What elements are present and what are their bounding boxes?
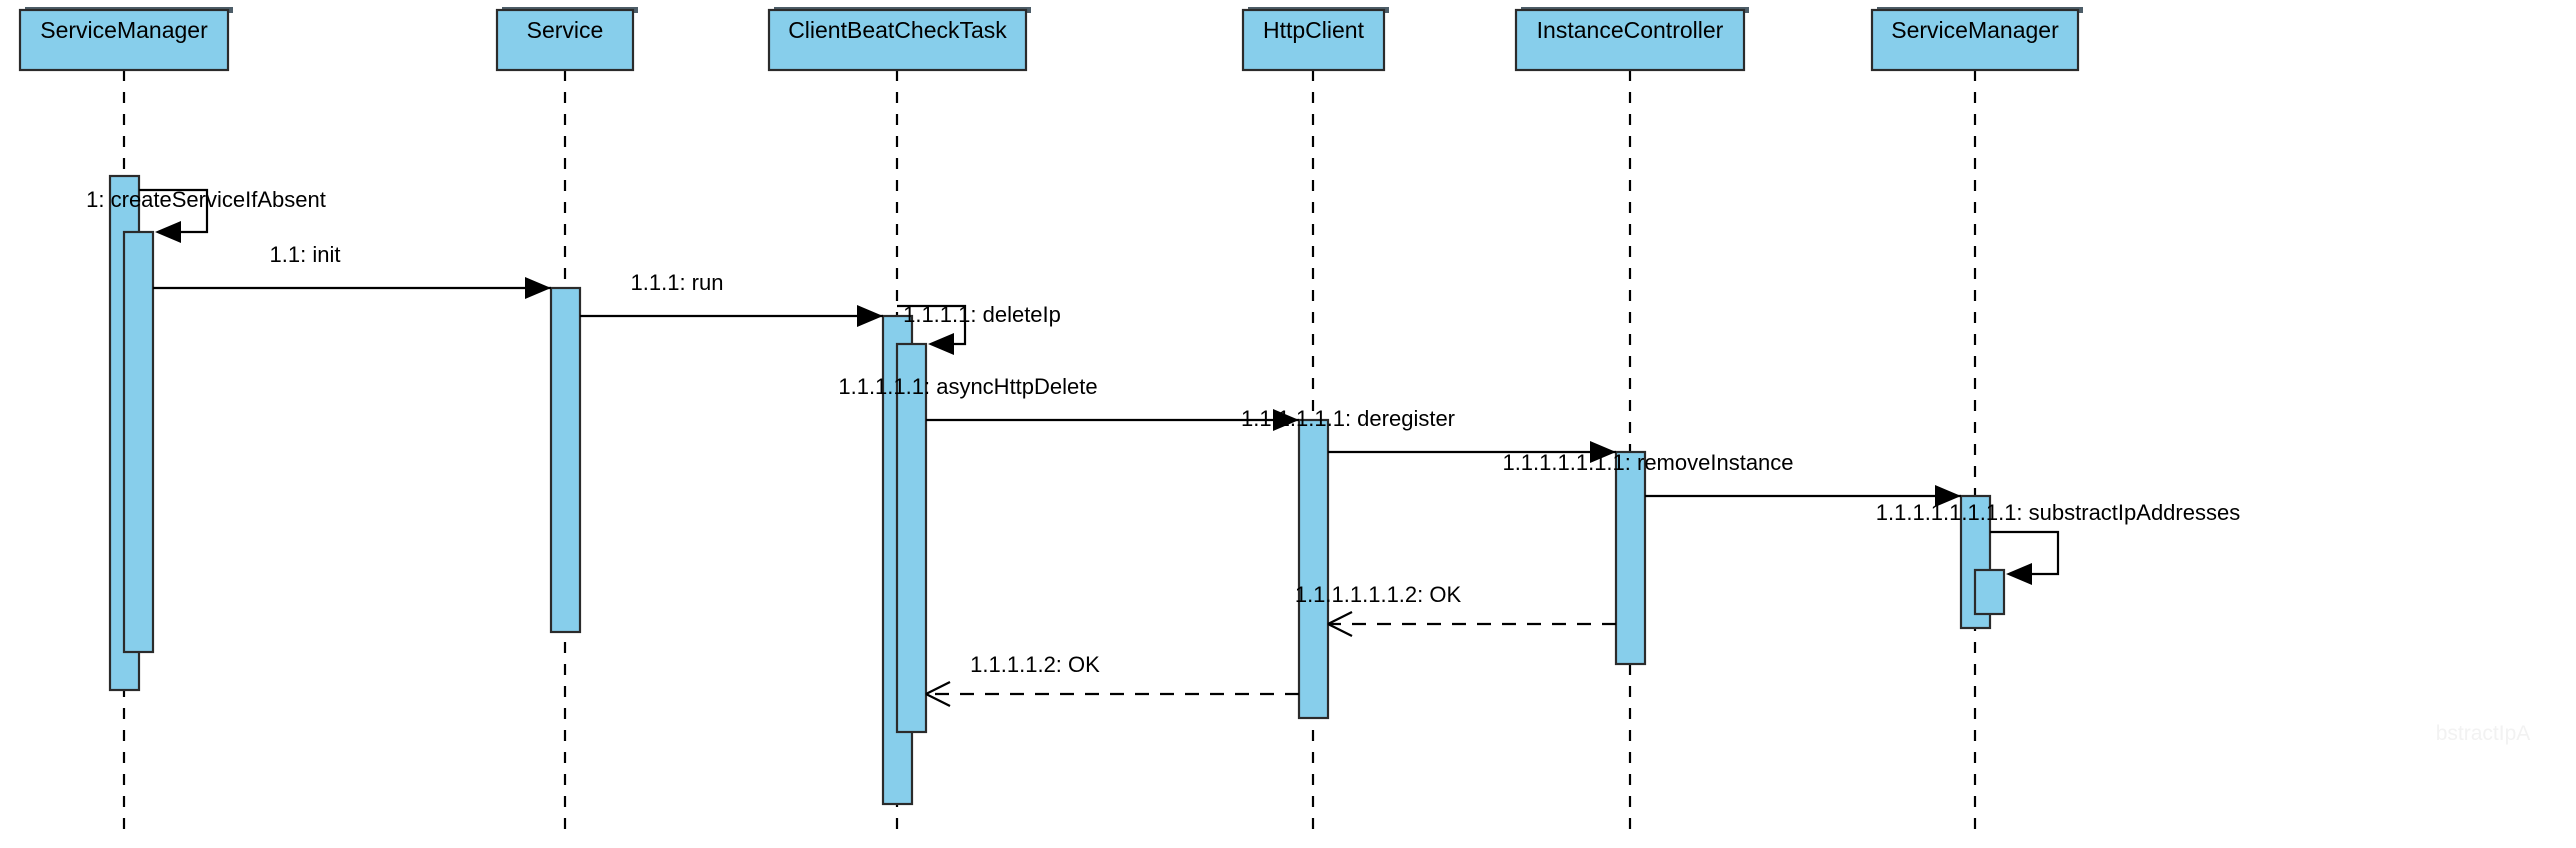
participant-instancecontroller-4[interactable]: InstanceController — [1514, 7, 1749, 72]
arrowhead-call — [525, 277, 551, 299]
message-label-1-1-1-1-2: 1.1.1.1.2: OK — [970, 652, 1100, 677]
participant-name: ServiceManager — [1891, 17, 2059, 43]
arrowhead-call — [857, 305, 883, 327]
arrowhead-self — [2006, 563, 2032, 585]
message-1-1-1-1-1-1-1: 1.1.1.1.1.1.1: removeInstance — [1502, 450, 1961, 507]
arrowhead-self — [155, 221, 181, 243]
participant-headers-layer: ServiceManager Service ClientBeatCheckTask… — [18, 7, 2083, 72]
participant-httpclient-3[interactable]: HttpClient — [1241, 7, 1389, 72]
activation-bar — [1297, 418, 1330, 720]
message-1-1-1-1-2: 1.1.1.1.2: OK — [925, 652, 1299, 707]
message-label-1-1: 1.1: init — [270, 242, 341, 267]
message-1-1-1: 1.1.1: run — [580, 270, 883, 327]
participant-service-1[interactable]: Service — [495, 7, 638, 72]
participant-name: ServiceManager — [40, 17, 208, 43]
message-label-1-1-1-1-1: 1.1.1.1.1: asyncHttpDelete — [838, 374, 1097, 399]
activation-bar — [1614, 450, 1647, 666]
activation-bar — [549, 286, 582, 634]
activations-layer — [108, 174, 2006, 806]
participant-name: ClientBeatCheckTask — [788, 17, 1007, 43]
participant-servicemanager-0[interactable]: ServiceManager — [18, 7, 233, 72]
activation-bar — [1973, 568, 2006, 616]
sequence-diagram-svg: 1: createServiceIfAbsent 1.1: init 1.1.1: … — [18, 7, 2531, 838]
message-1-1-1-1-1-1-1-1: 1.1.1.1.1.1.1.1: substractIpAddresses — [1876, 500, 2240, 585]
message-label-1-1-1-1-1-1-1-1: 1.1.1.1.1.1.1.1: substractIpAddresses — [1876, 500, 2240, 525]
message-label-1: 1: createServiceIfAbsent — [86, 187, 326, 212]
participant-name: HttpClient — [1263, 17, 1365, 43]
activation-bar — [122, 230, 155, 654]
message-1-1: 1.1: init — [153, 242, 551, 299]
participant-name: Service — [527, 17, 604, 43]
ghost-watermark-text: bstractIpA — [2436, 722, 2531, 745]
participant-servicemanager-5[interactable]: ServiceManager — [1870, 7, 2083, 72]
messages-layer: 1: createServiceIfAbsent 1.1: init 1.1.1: … — [86, 187, 2240, 707]
message-label-1-1-1-1-1-1-1: 1.1.1.1.1.1.1: removeInstance — [1502, 450, 1793, 475]
message-label-1-1-1: 1.1.1: run — [631, 270, 724, 295]
arrowhead-self — [928, 333, 954, 355]
participant-clientbeatchecktask-2[interactable]: ClientBeatCheckTask — [767, 7, 1031, 72]
message-label-1-1-1-1: 1.1.1.1: deleteIp — [903, 302, 1061, 327]
participant-name: InstanceController — [1537, 17, 1724, 43]
ghost-text-layer: bstractIpA — [2436, 722, 2531, 745]
message-1-1-1-1-1-1-2: 1.1.1.1.1.1.2: OK — [1295, 582, 1616, 637]
message-label-1-1-1-1-1-1: 1.1.1.1.1.1: deregister — [1241, 406, 1455, 431]
message-label-1-1-1-1-1-1-2: 1.1.1.1.1.1.2: OK — [1295, 582, 1462, 607]
activation-bar — [895, 342, 928, 734]
sequence-diagram-canvas: 1: createServiceIfAbsent 1.1: init 1.1.1: … — [0, 0, 2576, 848]
